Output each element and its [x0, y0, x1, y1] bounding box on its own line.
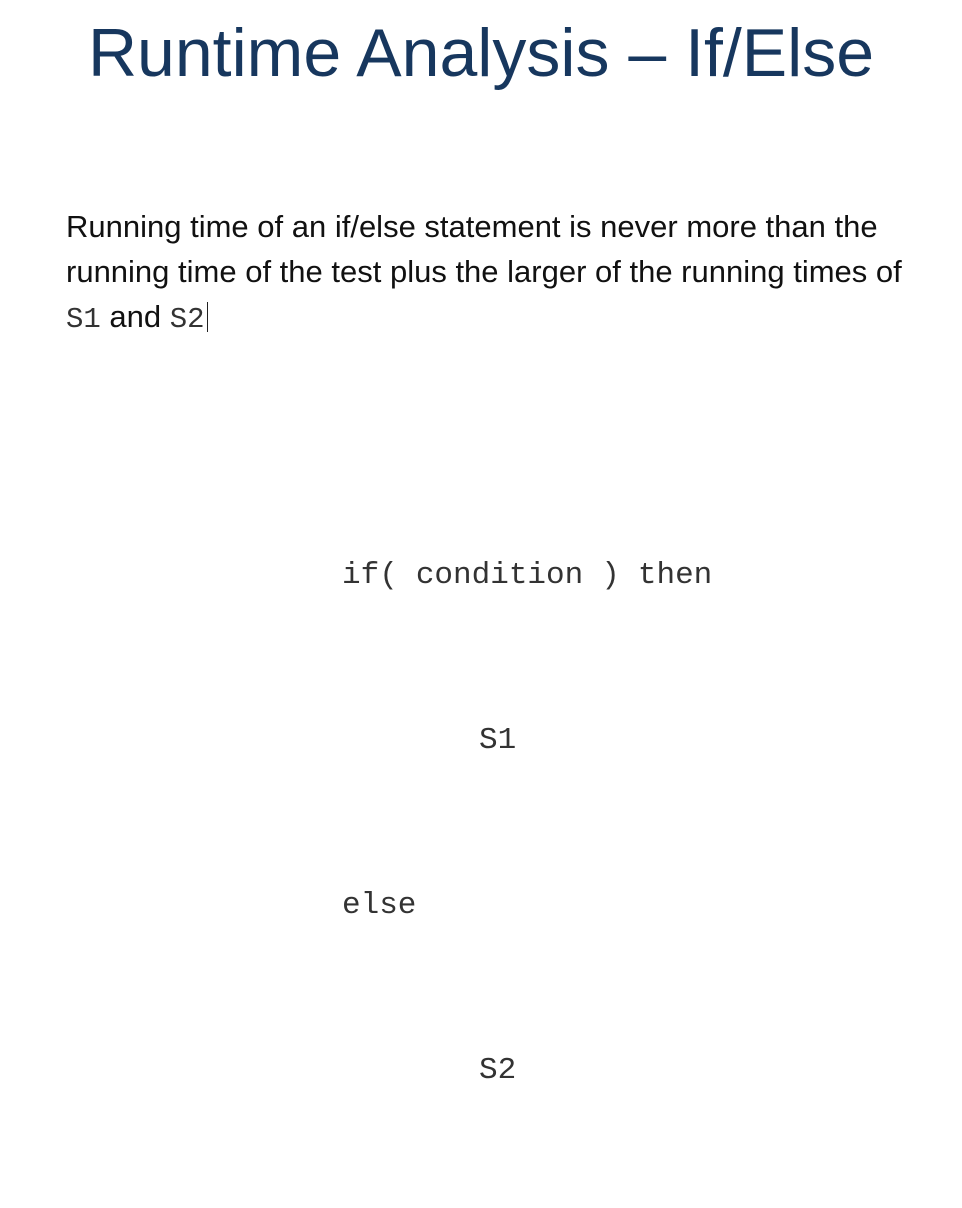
body-text-main: Running time of an if/else statement is … [66, 209, 902, 289]
code-line-s1: S1 [479, 723, 517, 758]
code-line-else: else [342, 888, 417, 923]
code-keyword-then: then [637, 558, 713, 593]
inline-code-s1: S1 [66, 303, 101, 336]
code-block: if( condition) then S1 else S2 [342, 438, 712, 1208]
slide-title: Runtime Analysis – If/Else [87, 15, 875, 91]
slide: Runtime Analysis – If/Else Running time … [0, 0, 962, 1088]
body-text-and: and [100, 299, 170, 334]
code-condition: condition [415, 558, 584, 593]
slide-body-paragraph: Running time of an if/else statement is … [66, 204, 926, 342]
code-line-s2: S2 [479, 1053, 517, 1088]
code-line-if: if( condition) then [342, 548, 712, 603]
code-keyword-if: if( [342, 558, 398, 593]
code-close-paren: ) [601, 558, 620, 593]
text-cursor [206, 302, 208, 332]
inline-code-s2: S2 [169, 303, 205, 336]
